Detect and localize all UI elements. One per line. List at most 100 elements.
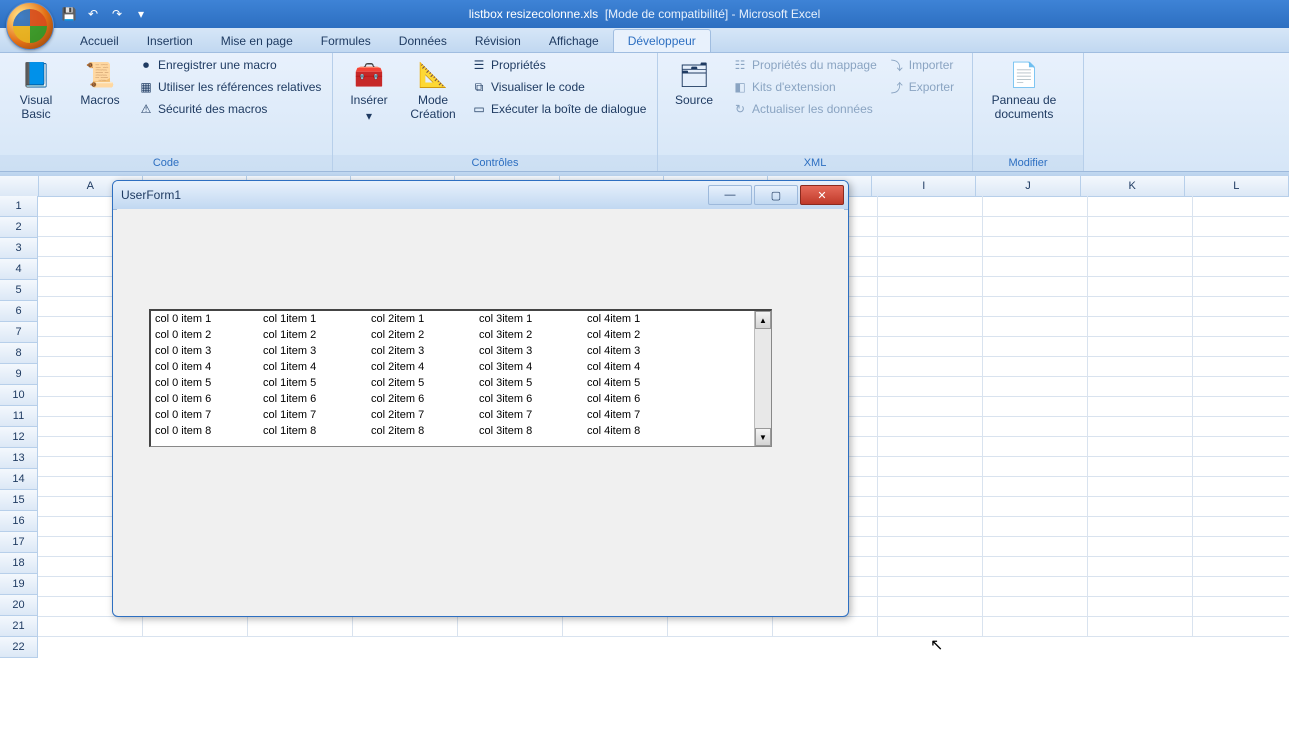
cell[interactable] [878, 256, 983, 277]
insert-button[interactable]: 🧰Insérer▾ [339, 55, 399, 127]
cell[interactable] [1088, 336, 1193, 357]
row-header[interactable]: 15 [0, 490, 38, 511]
run-dialog-button[interactable]: ▭Exécuter la boîte de dialogue [467, 99, 650, 119]
row-header[interactable]: 4 [0, 259, 38, 280]
cell[interactable] [983, 456, 1088, 477]
cell[interactable] [1088, 256, 1193, 277]
row-header[interactable]: 22 [0, 637, 38, 658]
cell[interactable] [1193, 216, 1289, 237]
cell[interactable] [248, 616, 353, 637]
cell[interactable] [878, 376, 983, 397]
cell[interactable] [1088, 436, 1193, 457]
row-header[interactable]: 1 [0, 196, 38, 217]
row-header[interactable]: 19 [0, 574, 38, 595]
cell[interactable] [983, 296, 1088, 317]
cell[interactable] [1088, 296, 1193, 317]
cell[interactable] [1088, 476, 1193, 497]
cell[interactable] [1193, 436, 1289, 457]
cell[interactable] [38, 616, 143, 637]
cell[interactable] [1193, 316, 1289, 337]
cell[interactable] [1193, 296, 1289, 317]
cell[interactable] [878, 276, 983, 297]
cell[interactable] [878, 496, 983, 517]
cell[interactable] [983, 236, 1088, 257]
row-header[interactable]: 2 [0, 217, 38, 238]
cell[interactable] [1088, 496, 1193, 517]
scroll-up-button[interactable]: ▲ [755, 311, 771, 329]
col-header[interactable]: K [1081, 176, 1185, 196]
cell[interactable] [878, 236, 983, 257]
cell[interactable] [983, 216, 1088, 237]
tab-affichage[interactable]: Affichage [535, 30, 613, 52]
expansion-kits-button[interactable]: ◧Kits d'extension [728, 77, 881, 97]
cell[interactable] [878, 356, 983, 377]
row-header[interactable]: 20 [0, 595, 38, 616]
doc-panel-button[interactable]: 📄Panneau de documents [979, 55, 1069, 125]
cell[interactable] [878, 456, 983, 477]
cell[interactable] [563, 616, 668, 637]
cell[interactable] [878, 596, 983, 617]
cell[interactable] [668, 616, 773, 637]
col-header[interactable]: L [1185, 176, 1289, 196]
cell[interactable] [1193, 516, 1289, 537]
relative-refs-button[interactable]: ▦Utiliser les références relatives [134, 77, 325, 97]
cell[interactable] [983, 256, 1088, 277]
row-header[interactable]: 17 [0, 532, 38, 553]
row-header[interactable]: 14 [0, 469, 38, 490]
row-header[interactable]: 10 [0, 385, 38, 406]
cell[interactable] [1193, 376, 1289, 397]
cell[interactable] [878, 536, 983, 557]
source-button[interactable]: 🗂Source [664, 55, 724, 111]
save-icon[interactable]: 💾 [60, 5, 78, 23]
list-item[interactable]: col 0 item 6col 1item 6col 2item 6col 3i… [151, 391, 754, 407]
cell[interactable] [983, 356, 1088, 377]
cell[interactable] [878, 296, 983, 317]
cell[interactable] [878, 576, 983, 597]
cell[interactable] [1088, 416, 1193, 437]
tab-formules[interactable]: Formules [307, 30, 385, 52]
cell[interactable] [983, 276, 1088, 297]
tab-mise en page[interactable]: Mise en page [207, 30, 307, 52]
undo-icon[interactable]: ↶ [84, 5, 102, 23]
cell[interactable] [983, 556, 1088, 577]
list-item[interactable]: col 0 item 4col 1item 4col 2item 4col 3i… [151, 359, 754, 375]
cell[interactable] [878, 416, 983, 437]
row-header[interactable]: 11 [0, 406, 38, 427]
list-item[interactable]: col 0 item 5col 1item 5col 2item 5col 3i… [151, 375, 754, 391]
cell[interactable] [983, 416, 1088, 437]
cell[interactable] [1193, 336, 1289, 357]
office-button[interactable] [6, 2, 54, 50]
cell[interactable] [878, 616, 983, 637]
tab-données[interactable]: Données [385, 30, 461, 52]
row-header[interactable]: 12 [0, 427, 38, 448]
visual-basic-button[interactable]: 📘Visual Basic [6, 55, 66, 125]
row-header[interactable]: 21 [0, 616, 38, 637]
cell[interactable] [1088, 456, 1193, 477]
qat-dropdown-icon[interactable]: ▾ [132, 5, 150, 23]
cell[interactable] [1088, 196, 1193, 217]
cell[interactable] [1088, 316, 1193, 337]
cell[interactable] [878, 476, 983, 497]
col-header[interactable]: J [976, 176, 1080, 196]
cell[interactable] [1193, 456, 1289, 477]
cell[interactable] [878, 336, 983, 357]
cell[interactable] [353, 616, 458, 637]
cell[interactable] [983, 536, 1088, 557]
cell[interactable] [773, 616, 878, 637]
cell[interactable] [983, 376, 1088, 397]
macros-button[interactable]: 📜Macros [70, 55, 130, 111]
list-item[interactable]: col 0 item 2col 1item 2col 2item 2col 3i… [151, 327, 754, 343]
cell[interactable] [878, 316, 983, 337]
cell[interactable] [983, 616, 1088, 637]
export-button[interactable]: ⤴Exporter [885, 77, 958, 97]
cell[interactable] [878, 516, 983, 537]
cell[interactable] [1193, 236, 1289, 257]
cell[interactable] [1193, 476, 1289, 497]
cell[interactable] [983, 396, 1088, 417]
cell[interactable] [1193, 536, 1289, 557]
cell[interactable] [1088, 576, 1193, 597]
row-header[interactable]: 7 [0, 322, 38, 343]
userform-window[interactable]: UserForm1 — ▢ ✕ col 0 item 1col 1item 1c… [112, 180, 849, 617]
cell[interactable] [983, 316, 1088, 337]
tab-développeur[interactable]: Développeur [613, 29, 711, 52]
